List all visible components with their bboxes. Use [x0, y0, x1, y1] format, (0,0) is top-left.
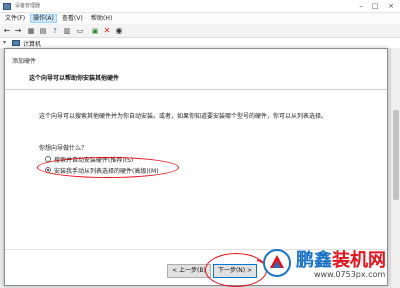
toolbar: ← → ▦ ▤ ? ▥ ▭ ▣ ✕ ◉: [0, 24, 400, 38]
wizard-header-title: 这个向导可以帮助你安装其他硬件: [29, 75, 120, 82]
device-tree-root[interactable]: ▾ 计算机: [0, 38, 400, 48]
collapse-icon[interactable]: ▾: [3, 39, 6, 46]
watermark-logo-icon: [263, 249, 291, 277]
add-device-icon[interactable]: ▣: [90, 26, 100, 36]
wizard-question: 你想向导做什么？: [39, 145, 88, 152]
menu-view[interactable]: 查看(V): [60, 14, 85, 23]
menu-bar: 文件(F) 操作(A) 查看(V) 帮助(H): [0, 13, 400, 24]
menu-file[interactable]: 文件(F): [3, 14, 27, 23]
forward-arrow-icon[interactable]: →: [13, 26, 23, 36]
window-titlebar: 设备管理器 – □ ×: [0, 0, 400, 13]
watermark-brand-main: 鹏鑫: [296, 250, 332, 271]
update-driver-icon[interactable]: ▤: [38, 26, 48, 36]
maximize-button[interactable]: □: [370, 1, 380, 11]
properties-icon[interactable]: ▦: [26, 26, 36, 36]
uninstall-icon[interactable]: ✕: [102, 26, 112, 36]
watermark-brand-accent: 装机网: [332, 250, 386, 271]
monitor-icon[interactable]: ▭: [75, 26, 85, 36]
watermark-brand: 鹏鑫装机网: [296, 246, 386, 272]
close-button[interactable]: ×: [386, 1, 396, 11]
back-arrow-icon[interactable]: ←: [2, 26, 12, 36]
help-icon[interactable]: ?: [50, 26, 60, 36]
site-watermark: 鹏鑫装机网 www.0753px.com: [262, 244, 398, 286]
minimize-button[interactable]: –: [356, 1, 366, 11]
annotation-circle-option: [37, 157, 179, 178]
scan-hardware-icon[interactable]: ▥: [62, 26, 72, 36]
wizard-description: 这个向导可以搜索其他硬件并为你自动安装。或者，如果你知道要安装哪个型号的硬件，你…: [39, 113, 328, 120]
tree-root-label: 计算机: [23, 41, 42, 48]
window-title: 设备管理器: [15, 3, 41, 9]
scrollbar-thumb[interactable]: [393, 110, 399, 200]
header-divider: [5, 89, 387, 90]
device-manager-icon: [3, 3, 11, 10]
menu-action[interactable]: 操作(A): [30, 14, 57, 23]
enable-device-icon[interactable]: ◉: [114, 26, 124, 36]
watermark-domain: www.0753px.com: [314, 270, 386, 279]
dialog-caption: 添加硬件: [12, 58, 37, 65]
computer-icon: [12, 40, 20, 46]
menu-help[interactable]: 帮助(H): [89, 14, 114, 23]
